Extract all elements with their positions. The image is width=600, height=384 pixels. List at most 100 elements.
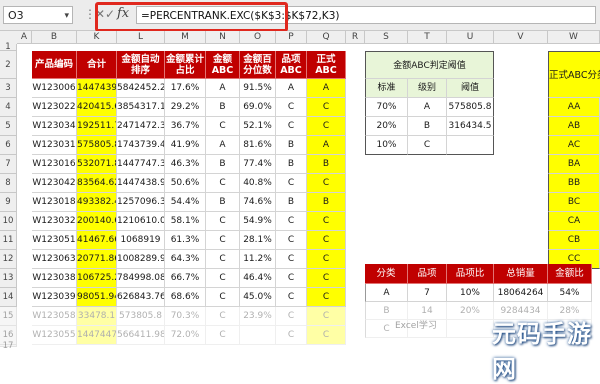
table-cell[interactable]: 626843.76 [117, 288, 165, 307]
table-cell[interactable]: C [206, 326, 240, 345]
summary-cell[interactable]: 54% [548, 284, 592, 302]
column-header-o[interactable]: O [240, 31, 276, 44]
threshold-cell[interactable]: C [408, 136, 447, 155]
product-code-cell[interactable]: W123032 [32, 212, 77, 231]
table-cell[interactable]: C [307, 250, 346, 269]
chevron-down-icon[interactable]: ▾ [64, 7, 69, 25]
column-header-k[interactable]: K [77, 31, 117, 44]
table-cell[interactable]: A [307, 79, 346, 98]
table-cell[interactable]: 68.6% [165, 288, 206, 307]
table-cell[interactable]: C [307, 326, 346, 345]
row-header-10[interactable]: 10 [0, 212, 17, 231]
table-cell[interactable]: C [276, 250, 307, 269]
table-cell[interactable]: C [276, 326, 307, 345]
table-cell[interactable]: C [206, 212, 240, 231]
summary-cell[interactable] [447, 320, 494, 338]
table-cell[interactable]: C [307, 174, 346, 193]
table-cell[interactable]: B [206, 155, 240, 174]
threshold-cell[interactable]: A [408, 98, 447, 117]
table-cell[interactable]: C [307, 288, 346, 307]
class-cell[interactable]: BA [548, 155, 600, 174]
row-header-7[interactable]: 7 [0, 155, 17, 174]
table-cell[interactable]: 40.8% [240, 174, 276, 193]
table-cell[interactable]: 70.3% [165, 307, 206, 326]
table-cell[interactable]: 91.5% [240, 79, 276, 98]
table-cell[interactable]: C [276, 231, 307, 250]
table-cell[interactable]: A [206, 79, 240, 98]
table-cell[interactable]: 1447447 [77, 326, 117, 345]
class-cell[interactable]: AC [548, 136, 600, 155]
table-cell[interactable]: 29.2% [165, 98, 206, 117]
table-cell[interactable]: 1257096.32 [117, 193, 165, 212]
row-header-14[interactable]: 14 [0, 288, 17, 307]
table-cell[interactable]: 50.6% [165, 174, 206, 193]
class-cell[interactable]: BC [548, 193, 600, 212]
table-cell[interactable]: C [276, 98, 307, 117]
table-cell[interactable]: 52.1% [240, 117, 276, 136]
table-cell[interactable]: 41467.66 [77, 231, 117, 250]
table-cell[interactable] [240, 326, 276, 345]
table-cell[interactable]: 200140.6 [77, 212, 117, 231]
table-cell[interactable]: C [307, 117, 346, 136]
table-cell[interactable]: 566411.98 [117, 326, 165, 345]
table-cell[interactable]: C [206, 231, 240, 250]
row-header-8[interactable]: 8 [0, 174, 17, 193]
class-cell[interactable]: AB [548, 117, 600, 136]
column-header-w[interactable]: W [548, 31, 600, 44]
product-code-cell[interactable]: W123051 [32, 231, 77, 250]
table-cell[interactable]: B [307, 155, 346, 174]
column-header-l[interactable]: L [117, 31, 165, 44]
table-cell[interactable]: 3854317.18 [117, 98, 165, 117]
column-header-t[interactable]: T [408, 31, 447, 44]
name-box[interactable]: O3 ▾ [3, 6, 73, 24]
table-cell[interactable]: 66.7% [165, 269, 206, 288]
row-header-11[interactable]: 11 [0, 231, 17, 250]
product-code-cell[interactable]: W123018 [32, 193, 77, 212]
table-cell[interactable]: C [206, 117, 240, 136]
table-cell[interactable]: C [206, 269, 240, 288]
table-cell[interactable]: C [276, 288, 307, 307]
class-cell[interactable]: CA [548, 212, 600, 231]
table-cell[interactable]: 192511.7 [77, 117, 117, 136]
table-cell[interactable]: B [276, 136, 307, 155]
product-code-cell[interactable]: W123055 [32, 326, 77, 345]
table-cell[interactable]: 41.9% [165, 136, 206, 155]
column-header-v[interactable]: V [494, 31, 548, 44]
table-cell[interactable]: B [206, 98, 240, 117]
table-cell[interactable]: 573805.8 [117, 307, 165, 326]
row-header-13[interactable]: 13 [0, 269, 17, 288]
product-code-cell[interactable]: W123042 [32, 174, 77, 193]
table-cell[interactable]: 106725.2 [77, 269, 117, 288]
column-header-q[interactable]: Q [307, 31, 346, 44]
column-header-r[interactable]: R [346, 31, 365, 44]
table-cell[interactable]: C [206, 174, 240, 193]
table-cell[interactable]: 1447438.92 [117, 174, 165, 193]
table-cell[interactable]: 20771.86 [77, 250, 117, 269]
table-cell[interactable]: C [307, 269, 346, 288]
class-cell[interactable]: AA [548, 98, 600, 117]
table-cell[interactable]: 83564.62 [77, 174, 117, 193]
summary-cell[interactable]: 7 [408, 284, 447, 302]
table-cell[interactable]: 420415.6 [77, 98, 117, 117]
threshold-cell[interactable]: 70% [365, 98, 408, 117]
table-cell[interactable]: 28.1% [240, 231, 276, 250]
table-cell[interactable]: 69.0% [240, 98, 276, 117]
threshold-cell[interactable] [447, 136, 494, 155]
table-cell[interactable]: C [276, 117, 307, 136]
table-cell[interactable]: 45.0% [240, 288, 276, 307]
table-cell[interactable]: 36.7% [165, 117, 206, 136]
product-code-cell[interactable]: W123039 [32, 288, 77, 307]
table-cell[interactable]: 17.6% [165, 79, 206, 98]
table-cell[interactable]: 74.6% [240, 193, 276, 212]
table-cell[interactable]: 784998.08 [117, 269, 165, 288]
table-cell[interactable]: 11.2% [240, 250, 276, 269]
table-cell[interactable]: 33478.1 [77, 307, 117, 326]
row-header-2[interactable]: 2 [0, 51, 17, 79]
table-cell[interactable]: C [206, 250, 240, 269]
column-header-m[interactable]: M [165, 31, 206, 44]
row-header-15[interactable]: 15 [0, 307, 17, 326]
table-cell[interactable]: C [276, 174, 307, 193]
table-cell[interactable]: A [276, 79, 307, 98]
table-cell[interactable]: 1743739.46 [117, 136, 165, 155]
table-cell[interactable]: 72.0% [165, 326, 206, 345]
